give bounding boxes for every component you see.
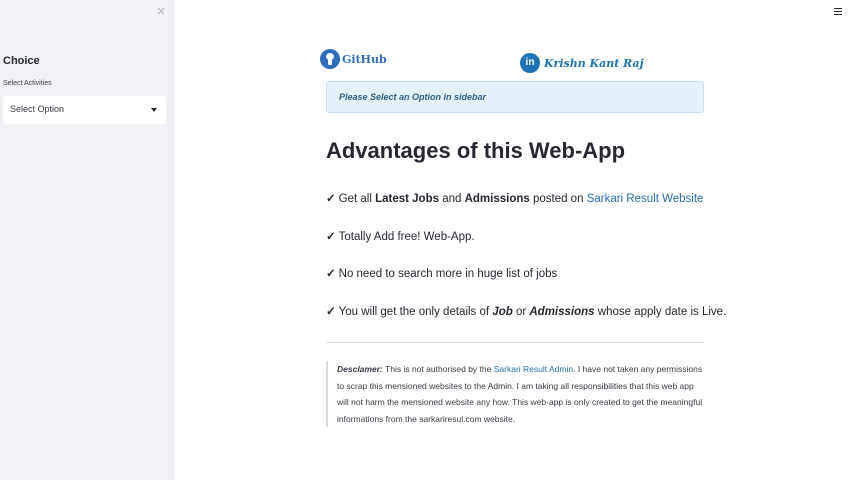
item-text: No need to search more in huge list of j…	[338, 268, 558, 280]
linkedin-icon: in	[520, 53, 540, 73]
github-icon	[320, 49, 340, 69]
hamburger-menu-icon[interactable]	[834, 8, 842, 17]
advantage-item: ✓ You will get the only details of Job or…	[326, 304, 726, 318]
check-icon: ✓	[326, 231, 336, 243]
sarkari-result-admin-link[interactable]: Sarkari Result Admin	[494, 364, 573, 374]
select-value: Select Option	[10, 104, 65, 114]
github-link[interactable]: GitHub	[320, 48, 387, 70]
sarkari-result-website-link[interactable]: Sarkari Result Website	[587, 193, 704, 205]
linkedin-label: Krishn Kant Raj	[544, 56, 644, 70]
select-label: Select Activities	[3, 80, 52, 87]
disclaimer-text: This is not authorised by the	[382, 364, 494, 374]
item-text: and	[439, 193, 465, 205]
close-icon[interactable]: ×	[154, 4, 168, 20]
chevron-down-icon	[151, 108, 157, 112]
info-message: Please Select an Option in sidebar	[339, 92, 487, 102]
sidebar-heading: Choice	[3, 55, 40, 67]
info-alert: Please Select an Option in sidebar	[326, 81, 704, 113]
item-text: or	[512, 306, 530, 318]
github-label: GitHub	[342, 52, 387, 66]
sidebar: × Choice Select Activities Select Option	[0, 0, 175, 480]
item-text: Get all	[338, 193, 376, 205]
disclaimer-block: Desclamer: This is not authorised by the…	[326, 361, 704, 427]
disclaimer-lead: Desclamer:	[337, 364, 383, 374]
item-bold: Job	[492, 306, 513, 318]
item-bold: Admissions	[529, 306, 595, 318]
item-text: whose apply date is Live.	[594, 306, 727, 318]
check-icon: ✓	[326, 306, 336, 318]
advantage-item: ✓ Get all Latest Jobs and Admissions post…	[326, 191, 703, 205]
item-text: You will get the only details of	[338, 306, 493, 318]
item-bold: Admissions	[464, 193, 530, 205]
item-text: Totally Add free! Web-App.	[338, 231, 475, 243]
check-icon: ✓	[326, 268, 336, 280]
advantage-item: ✓ Totally Add free! Web-App.	[326, 229, 475, 243]
advantage-item: ✓ No need to search more in huge list of …	[326, 266, 557, 280]
check-icon: ✓	[326, 193, 336, 205]
divider	[326, 342, 704, 343]
item-text: posted on	[529, 193, 587, 205]
linkedin-link[interactable]: in Krishn Kant Raj	[520, 52, 644, 74]
item-bold: Latest Jobs	[375, 193, 439, 205]
page-title: Advantages of this Web-App	[326, 138, 626, 163]
activity-select[interactable]: Select Option	[3, 96, 166, 124]
